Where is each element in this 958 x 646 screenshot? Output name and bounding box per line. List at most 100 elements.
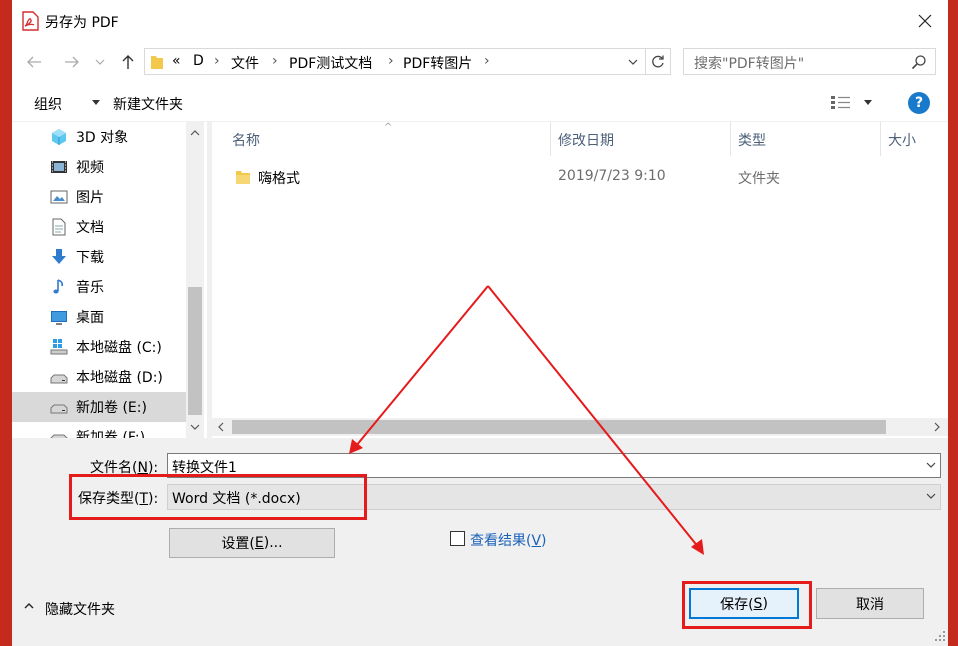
nav-item-downloads[interactable]: 下载 <box>12 242 186 272</box>
forward-button[interactable] <box>60 50 84 74</box>
nav-label: 新加卷 (F:) <box>76 430 146 438</box>
nav-item-desktop[interactable]: 桌面 <box>12 302 186 332</box>
chevron-up-icon <box>24 603 34 609</box>
close-icon <box>918 14 932 28</box>
breadcrumb-files[interactable]: 文件 <box>231 53 259 73</box>
nav-item-documents[interactable]: 文档 <box>12 212 186 242</box>
breadcrumb-separator[interactable]: › <box>388 53 394 69</box>
nav-item-new-volume-e[interactable]: 新加卷 (E:) <box>12 392 186 422</box>
view-result-text: 查看结果( <box>470 533 532 549</box>
search-input[interactable]: 搜索"PDF转图片" <box>683 48 936 75</box>
chevron-down-icon[interactable] <box>926 491 936 501</box>
nav-item-videos[interactable]: 视频 <box>12 152 186 182</box>
folder-icon <box>151 56 163 69</box>
address-bar[interactable]: « D › 文件 › PDF测试文档 › PDF转图片 › <box>144 48 671 75</box>
nav-label: 视频 <box>76 160 104 176</box>
window-title: 另存为 PDF <box>45 15 119 31</box>
nav-item-3d-objects[interactable]: 3D 对象 <box>12 122 186 152</box>
settings-accesskey: E <box>254 535 264 551</box>
save-as-dialog: 另存为 PDF « D › 文件 › PDF测试文档 › PDF转图片 › 搜索… <box>12 0 948 646</box>
filetype-highlight-box <box>69 474 367 520</box>
address-dropdown-button[interactable] <box>621 49 645 74</box>
chevron-down-icon <box>628 59 638 65</box>
nav-label: 本地磁盘 (C:) <box>76 340 162 356</box>
column-divider[interactable] <box>730 122 731 156</box>
up-button[interactable] <box>116 50 140 74</box>
nav-item-pictures[interactable]: 图片 <box>12 182 186 212</box>
view-details-icon[interactable] <box>830 94 852 110</box>
scroll-up-icon[interactable] <box>186 124 204 142</box>
chevron-down-icon <box>95 59 105 65</box>
column-divider[interactable] <box>550 122 551 156</box>
recent-locations-button[interactable] <box>92 50 108 74</box>
table-row[interactable]: 嗨格式 2019/7/23 9:10 文件夹 <box>212 162 932 192</box>
scroll-left-icon[interactable] <box>212 418 230 436</box>
3d-objects-icon <box>52 129 66 145</box>
nav-label: 文档 <box>76 220 104 236</box>
column-header-name[interactable]: 名称 <box>232 130 260 150</box>
nav-label: 3D 对象 <box>76 130 129 146</box>
nav-item-local-disk-d[interactable]: 本地磁盘 (D:) <box>12 362 186 392</box>
settings-button[interactable]: 设置(E)... <box>169 528 335 558</box>
drive-icon <box>50 374 68 384</box>
search-icon <box>911 55 926 70</box>
breadcrumb-pdf-test-docs[interactable]: PDF测试文档 <box>289 53 372 73</box>
music-icon <box>53 279 64 294</box>
arrow-up-icon <box>122 55 134 69</box>
column-header-type[interactable]: 类型 <box>738 130 766 150</box>
drive-icon <box>50 434 68 438</box>
nav-pane-scroll-thumb[interactable] <box>188 287 202 415</box>
breadcrumb-d[interactable]: D <box>193 53 204 69</box>
breadcrumb-separator[interactable]: › <box>484 53 490 69</box>
resize-grip-icon[interactable] <box>934 630 946 642</box>
nav-item-music[interactable]: 音乐 <box>12 272 186 302</box>
title-bar: 另存为 PDF <box>12 0 948 42</box>
view-result-label[interactable]: 查看结果(V) <box>470 530 547 550</box>
close-button[interactable] <box>902 0 948 42</box>
nav-pane-scrollbar[interactable] <box>186 122 204 438</box>
right-frame-border <box>948 0 958 646</box>
view-options-caret-icon[interactable] <box>864 100 872 105</box>
view-result-checkbox[interactable] <box>450 531 465 546</box>
pdf-app-icon <box>22 11 39 31</box>
nav-label: 新加卷 (E:) <box>76 400 147 416</box>
command-toolbar: 组织 新建文件夹 ? <box>12 82 948 122</box>
breadcrumb-separator[interactable]: › <box>214 53 220 69</box>
breadcrumb-separator[interactable]: › <box>272 53 278 69</box>
file-list-scroll-thumb[interactable] <box>232 420 886 434</box>
nav-label: 下载 <box>76 250 104 266</box>
refresh-button[interactable] <box>645 49 670 74</box>
chevron-down-icon[interactable] <box>926 460 936 470</box>
file-type: 文件夹 <box>738 171 780 187</box>
download-icon <box>52 249 66 264</box>
breadcrumb-overflow[interactable]: « <box>172 53 181 69</box>
help-button[interactable]: ? <box>908 92 930 114</box>
breadcrumb-pdf-to-image[interactable]: PDF转图片 <box>403 53 472 73</box>
organize-button[interactable]: 组织 <box>34 94 62 114</box>
view-result-text-end: ) <box>541 533 547 549</box>
file-list-horizontal-scrollbar[interactable] <box>212 418 948 436</box>
nav-item-new-volume-f[interactable]: 新加卷 (F:) <box>12 422 186 438</box>
new-folder-button[interactable]: 新建文件夹 <box>113 94 183 114</box>
view-result-accesskey: V <box>531 533 542 549</box>
column-header-modified[interactable]: 修改日期 <box>558 130 614 150</box>
nav-item-local-disk-c[interactable]: 本地磁盘 (C:) <box>12 332 186 362</box>
nav-label: 本地磁盘 (D:) <box>76 370 163 386</box>
file-list: ^ 名称 修改日期 类型 大小 嗨格式 2019/7/23 9:10 文件夹 <box>212 122 948 438</box>
back-button[interactable] <box>22 50 46 74</box>
nav-label: 音乐 <box>76 280 104 296</box>
cancel-button[interactable]: 取消 <box>816 588 924 619</box>
column-header-size[interactable]: 大小 <box>888 130 916 150</box>
arrow-left-icon <box>27 56 41 68</box>
caret-down-icon <box>92 100 100 105</box>
refresh-icon <box>652 55 664 67</box>
folder-icon <box>236 171 250 184</box>
scroll-right-icon[interactable] <box>928 418 946 436</box>
arrow-right-icon <box>65 56 79 68</box>
navigation-row: « D › 文件 › PDF测试文档 › PDF转图片 › 搜索"PDF转图片" <box>12 42 948 82</box>
column-divider[interactable] <box>880 122 881 156</box>
scroll-down-icon[interactable] <box>186 418 204 436</box>
pictures-icon <box>50 190 68 204</box>
sort-ascending-icon: ^ <box>384 122 393 133</box>
documents-icon <box>52 218 66 236</box>
